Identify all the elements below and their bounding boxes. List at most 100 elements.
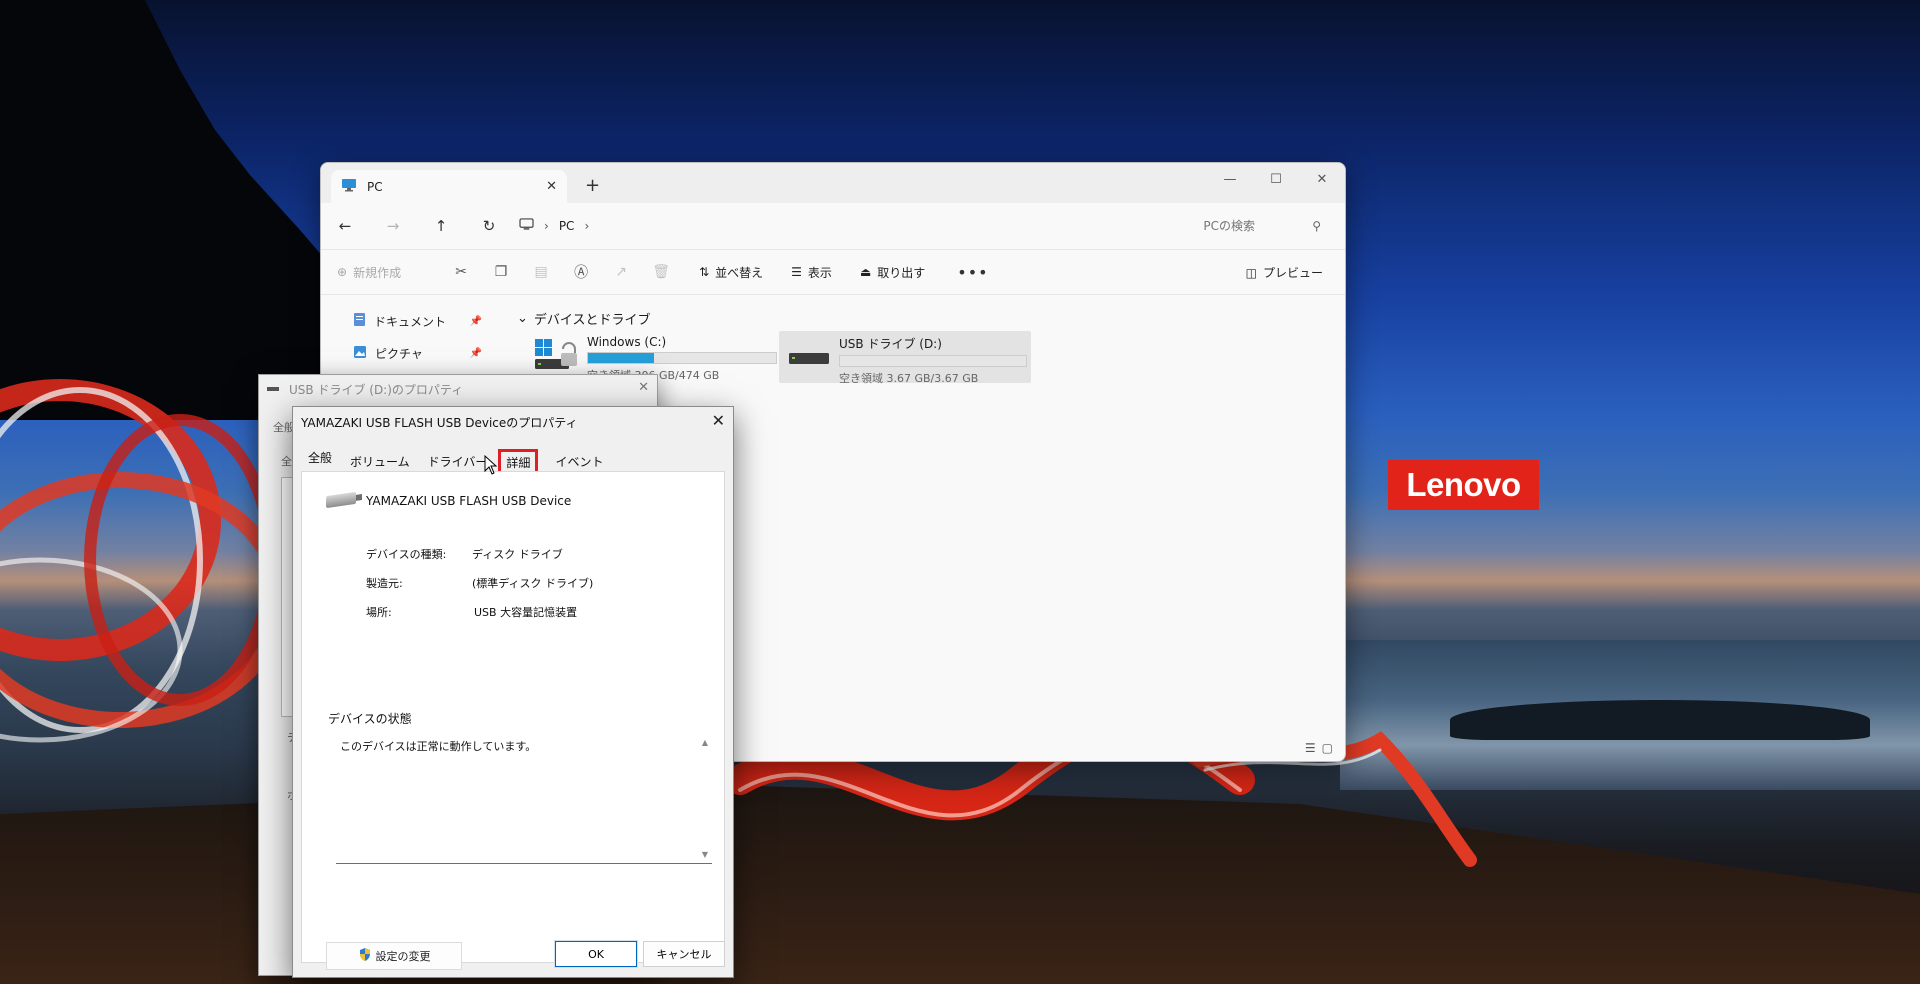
eject-label: 取り出す xyxy=(877,265,926,280)
search-input[interactable] xyxy=(1095,219,1295,233)
mouse-cursor-icon xyxy=(484,455,498,475)
more-options-icon[interactable]: ••• xyxy=(957,263,988,282)
pin-icon[interactable]: 📌 xyxy=(470,316,482,327)
field-location: 場所: USB 大容量記憶装置 xyxy=(366,604,577,620)
monitor-icon[interactable] xyxy=(519,218,534,234)
field-value: ディスク ドライブ xyxy=(472,548,563,561)
view-icon: ☰ xyxy=(791,265,802,279)
device-name: YAMAZAKI USB FLASH USB Device xyxy=(366,494,572,508)
search-icon[interactable]: ⚲ xyxy=(1312,219,1321,233)
sidebar-item-documents[interactable]: ドキュメント 📌 xyxy=(321,305,496,337)
close-icon[interactable]: ✕ xyxy=(712,411,725,430)
new-label: 新規作成 xyxy=(353,265,402,280)
share-icon[interactable]: ↗ xyxy=(601,264,641,280)
plus-circle-icon: ⊕ xyxy=(337,265,348,279)
breadcrumb: › PC › xyxy=(519,218,599,234)
chevron-right-icon[interactable]: › xyxy=(584,219,589,233)
sort-label: 並べ替え xyxy=(715,265,764,280)
scroll-up-icon[interactable]: ▲ xyxy=(702,738,708,747)
close-icon[interactable]: ✕ xyxy=(638,380,649,395)
dialog-title: YAMAZAKI USB FLASH USB Deviceのプロパティ xyxy=(301,415,578,430)
forward-arrow-icon[interactable]: → xyxy=(369,217,417,235)
window-controls: — ☐ ✕ xyxy=(1207,163,1345,195)
shield-icon xyxy=(358,947,372,965)
sort-button[interactable]: ⇅ 並べ替え xyxy=(699,264,763,281)
copy-icon[interactable]: ❐ xyxy=(481,264,521,280)
chevron-right-icon[interactable]: › xyxy=(544,219,549,233)
back-arrow-icon[interactable]: ← xyxy=(321,217,369,235)
windows-drive-icon xyxy=(533,335,583,375)
general-tab-panel: YAMAZAKI USB FLASH USB Device デバイスの種類: デ… xyxy=(301,471,725,970)
new-button[interactable]: ⊕ 新規作成 xyxy=(337,264,401,281)
rename-icon[interactable]: Ⓐ xyxy=(561,262,601,282)
view-button[interactable]: ☰ 表示 xyxy=(791,264,832,281)
field-label: デバイスの種類: xyxy=(366,548,447,561)
drive-free-space: 空き領域 3.67 GB/3.67 GB xyxy=(839,372,979,385)
sidebar-item-label: ドキュメント xyxy=(374,314,447,329)
lenovo-logo: Lenovo xyxy=(1388,460,1539,510)
toolbar-group: ⇅ 並べ替え ☰ 表示 ⏏ 取り出す ••• xyxy=(699,263,989,282)
preview-button[interactable]: ◫ プレビュー xyxy=(1246,264,1323,281)
breadcrumb-pc[interactable]: PC xyxy=(559,219,575,233)
details-view-icon[interactable]: ☰ xyxy=(1305,741,1316,755)
close-window-icon[interactable]: ✕ xyxy=(1299,163,1345,195)
paste-icon[interactable]: ▤ xyxy=(521,264,561,280)
tab-general[interactable]: 全般 xyxy=(301,445,339,472)
eject-button[interactable]: ⏏ 取り出す xyxy=(860,264,925,281)
minimize-icon[interactable]: — xyxy=(1207,163,1253,195)
drive-usage-bar xyxy=(587,352,777,364)
sidebar-item-pictures[interactable]: ピクチャ 📌 xyxy=(321,337,496,369)
drive-icon xyxy=(267,387,279,391)
cut-icon[interactable]: ✂ xyxy=(441,264,481,280)
refresh-icon[interactable]: ↻ xyxy=(465,217,513,235)
command-bar: ⊕ 新規作成 ✂ ❐ ▤ Ⓐ ↗ 🗑 ⇅ 並べ替え ☰ 表示 ⏏ 取り出す ••… xyxy=(321,249,1345,295)
close-tab-icon[interactable]: ✕ xyxy=(546,179,557,194)
pin-icon[interactable]: 📌 xyxy=(470,348,482,359)
sidebar-item-label: ピクチャ xyxy=(375,346,423,361)
preview-label: プレビュー xyxy=(1262,266,1323,280)
drive-usage-fill xyxy=(588,353,654,363)
drive-properties-title-bar: USB ドライブ (D:)のプロパティ xyxy=(259,375,657,403)
picture-icon xyxy=(353,345,367,362)
monitor-icon xyxy=(341,178,357,195)
device-status-text[interactable]: このデバイスは正常に動作しています。 xyxy=(336,732,712,863)
sort-icon: ⇅ xyxy=(699,265,710,279)
tab-label: PC xyxy=(367,179,383,194)
usb-device-icon xyxy=(326,491,356,509)
preview-pane-icon: ◫ xyxy=(1245,265,1257,280)
field-device-type: デバイスの種類: ディスク ドライブ xyxy=(366,546,563,562)
tab-fragment[interactable]: 全 xyxy=(281,453,292,469)
drive-name: Windows (C:) xyxy=(587,335,667,349)
drive-d[interactable]: USB ドライブ (D:) 空き領域 3.67 GB/3.67 GB xyxy=(779,331,1031,385)
field-value: USB 大容量記憶装置 xyxy=(474,606,578,619)
device-status-box: このデバイスは正常に動作しています。 ▲ ▼ xyxy=(336,732,712,864)
field-label: 場所: xyxy=(366,606,392,619)
devices-section-header[interactable]: ⌄ デバイスとドライブ xyxy=(517,309,651,328)
device-status-header: デバイスの状態 xyxy=(328,712,412,726)
up-arrow-icon[interactable]: ↑ xyxy=(417,217,465,235)
usb-drive-icon xyxy=(785,335,835,375)
view-label: 表示 xyxy=(807,265,832,280)
drive-properties-title: USB ドライブ (D:)のプロパティ xyxy=(289,382,464,397)
device-properties-dialog: YAMAZAKI USB FLASH USB Deviceのプロパティ ✕ 全般… xyxy=(292,406,734,978)
ok-button[interactable]: OK xyxy=(554,940,638,968)
change-settings-button[interactable]: 設定の変更 xyxy=(326,942,462,970)
change-settings-label: 設定の変更 xyxy=(375,950,431,963)
view-toggles: ☰ ▢ xyxy=(1305,741,1333,755)
chevron-down-icon: ⌄ xyxy=(517,311,528,326)
eject-icon: ⏏ xyxy=(859,265,872,279)
title-bar: PC ✕ + — ☐ ✕ xyxy=(321,163,1345,203)
tab-pc[interactable]: PC ✕ xyxy=(331,170,567,203)
cancel-button[interactable]: キャンセル xyxy=(643,941,725,967)
address-bar: ← → ↑ ↻ › PC › ⚲ xyxy=(321,203,1345,249)
tiles-view-icon[interactable]: ▢ xyxy=(1322,741,1333,755)
maximize-icon[interactable]: ☐ xyxy=(1253,163,1299,195)
field-value: (標準ディスク ドライブ) xyxy=(472,577,594,590)
document-icon xyxy=(353,312,366,330)
search-box[interactable]: ⚲ xyxy=(1081,211,1331,241)
drive-usage-bar xyxy=(839,355,1027,367)
scroll-down-icon[interactable]: ▼ xyxy=(702,850,708,859)
new-tab-icon[interactable]: + xyxy=(585,175,600,196)
delete-icon[interactable]: 🗑 xyxy=(641,264,681,280)
drive-name: USB ドライブ (D:) xyxy=(839,337,942,351)
